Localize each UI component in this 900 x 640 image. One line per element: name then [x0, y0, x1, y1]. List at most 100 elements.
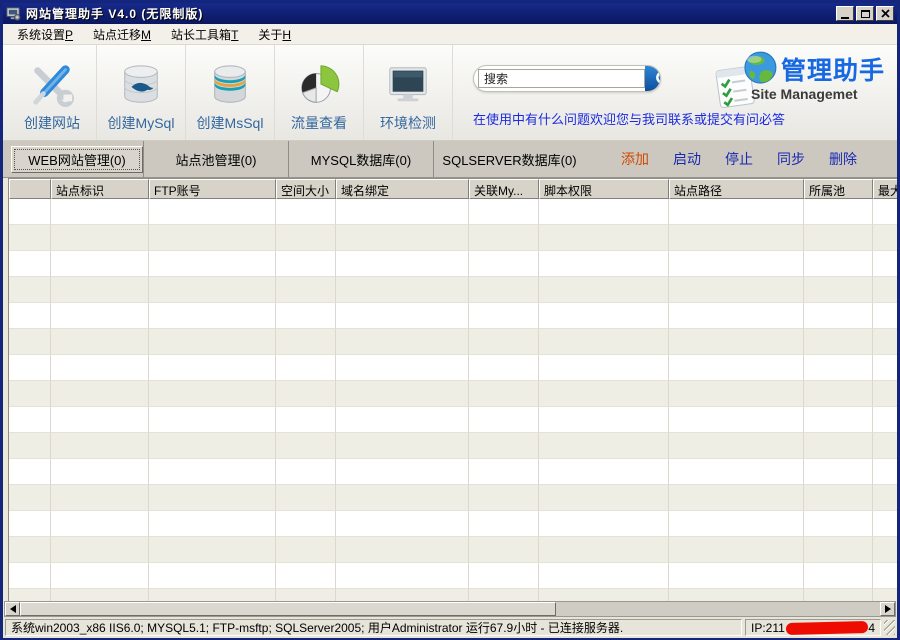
- menu-site-migration[interactable]: 站点迁移M: [83, 23, 161, 46]
- app-icon: [6, 7, 21, 21]
- table-cell: [336, 511, 469, 537]
- tab-sqlserver-database[interactable]: SQLSERVER数据库(0): [433, 141, 585, 177]
- table-cell: [9, 329, 51, 355]
- table-row[interactable]: [9, 433, 897, 459]
- column-header-pool[interactable]: 所属池: [804, 179, 873, 199]
- table-cell: [539, 381, 669, 407]
- tab-site-pool-management[interactable]: 站点池管理(0): [143, 141, 288, 177]
- column-header-linked-mysql[interactable]: 关联My...: [469, 179, 539, 199]
- table-cell: [51, 433, 149, 459]
- table-cell: [469, 251, 539, 277]
- table-cell: [336, 251, 469, 277]
- table-cell: [804, 589, 873, 601]
- close-button[interactable]: [876, 6, 894, 21]
- table-cell: [669, 251, 804, 277]
- scrollbar-thumb[interactable]: [20, 602, 556, 616]
- status-info: 系统win2003_x86 IIS6.0; MYSQL5.1; FTP-msft…: [5, 619, 742, 636]
- table-row[interactable]: [9, 407, 897, 433]
- menu-about[interactable]: 关于H: [248, 23, 301, 46]
- table-cell: [336, 329, 469, 355]
- table-cell: [804, 485, 873, 511]
- table-row[interactable]: [9, 355, 897, 381]
- table-cell: [149, 459, 276, 485]
- table-cell: [149, 381, 276, 407]
- column-header-script-permission[interactable]: 脚本权限: [539, 179, 669, 199]
- create-mysql-button[interactable]: 创建MySql: [97, 45, 186, 140]
- table-row[interactable]: [9, 277, 897, 303]
- table-row[interactable]: [9, 199, 897, 225]
- scrollbar-track[interactable]: [556, 602, 880, 616]
- column-header-space-size[interactable]: 空间大小: [276, 179, 336, 199]
- traffic-view-button[interactable]: 流量查看: [275, 45, 364, 140]
- table-cell: [276, 433, 336, 459]
- status-ip: IP:211 4: [745, 619, 881, 636]
- table-row[interactable]: [9, 381, 897, 407]
- table-cell: [669, 433, 804, 459]
- table-row[interactable]: [9, 511, 897, 537]
- table-cell: [804, 563, 873, 589]
- app-window: 网站管理助手 V4.0 (无限制版) 系统设置P 站点迁移M 站长工具箱T 关于…: [0, 0, 900, 640]
- create-mssql-button[interactable]: 创建MsSql: [186, 45, 275, 140]
- tab-web-site-management[interactable]: WEB网站管理(0): [11, 146, 143, 173]
- table-cell: [873, 355, 897, 381]
- stop-action[interactable]: 停止: [725, 149, 753, 169]
- table-cell: [336, 433, 469, 459]
- minimize-button[interactable]: [836, 6, 854, 21]
- search-input[interactable]: [478, 69, 645, 88]
- table-cell: [469, 511, 539, 537]
- table-row[interactable]: [9, 329, 897, 355]
- table-cell: [539, 199, 669, 225]
- delete-action[interactable]: 删除: [829, 149, 857, 169]
- table-header: 站点标识 FTP账号 空间大小 域名绑定 关联My... 脚本权限 站点路径 所…: [9, 179, 897, 199]
- table-cell: [9, 485, 51, 511]
- scroll-right-button[interactable]: [880, 602, 895, 616]
- resize-grip[interactable]: [884, 620, 895, 635]
- scroll-left-button[interactable]: [5, 602, 20, 616]
- table-body: [9, 199, 897, 601]
- column-header-select[interactable]: [9, 179, 51, 199]
- column-header-site-id[interactable]: 站点标识: [51, 179, 149, 199]
- column-header-ftp-account[interactable]: FTP账号: [149, 179, 276, 199]
- column-header-domain-binding[interactable]: 域名绑定: [336, 179, 469, 199]
- table-cell: [469, 381, 539, 407]
- environment-check-button[interactable]: 环境检测: [364, 45, 453, 140]
- table-row[interactable]: [9, 589, 897, 601]
- table-row[interactable]: [9, 563, 897, 589]
- table-cell: [336, 537, 469, 563]
- table-cell: [669, 225, 804, 251]
- table-cell: [873, 251, 897, 277]
- table-row[interactable]: [9, 303, 897, 329]
- title-bar: 网站管理助手 V4.0 (无限制版): [3, 3, 897, 24]
- add-action[interactable]: 添加: [621, 149, 649, 169]
- table-cell: [336, 407, 469, 433]
- minimize-icon: [841, 17, 849, 19]
- column-header-max[interactable]: 最大: [873, 179, 897, 199]
- table-cell: [51, 225, 149, 251]
- table-cell: [669, 407, 804, 433]
- start-action[interactable]: 启动: [673, 149, 701, 169]
- table-row[interactable]: [9, 485, 897, 511]
- table-row[interactable]: [9, 459, 897, 485]
- horizontal-scrollbar[interactable]: [4, 601, 896, 617]
- sync-action[interactable]: 同步: [777, 149, 805, 169]
- table-row[interactable]: [9, 225, 897, 251]
- table-row[interactable]: [9, 537, 897, 563]
- table-cell: [9, 303, 51, 329]
- create-website-button[interactable]: 创建网站: [8, 45, 97, 140]
- table-cell: [669, 511, 804, 537]
- menu-system-settings[interactable]: 系统设置P: [7, 23, 83, 46]
- column-header-site-path[interactable]: 站点路径: [669, 179, 804, 199]
- table-cell: [149, 199, 276, 225]
- table-cell: [51, 381, 149, 407]
- tab-bar: WEB网站管理(0) 站点池管理(0) MYSQL数据库(0) SQLSERVE…: [3, 141, 897, 178]
- menu-webmaster-tools[interactable]: 站长工具箱T: [161, 23, 248, 46]
- maximize-button[interactable]: [856, 6, 874, 21]
- tab-mysql-database[interactable]: MYSQL数据库(0): [288, 141, 433, 177]
- table-cell: [149, 251, 276, 277]
- table-cell: [469, 407, 539, 433]
- pie-chart-icon: [296, 62, 342, 108]
- table-row[interactable]: [9, 251, 897, 277]
- table-cell: [873, 563, 897, 589]
- table-cell: [51, 329, 149, 355]
- table-cell: [804, 459, 873, 485]
